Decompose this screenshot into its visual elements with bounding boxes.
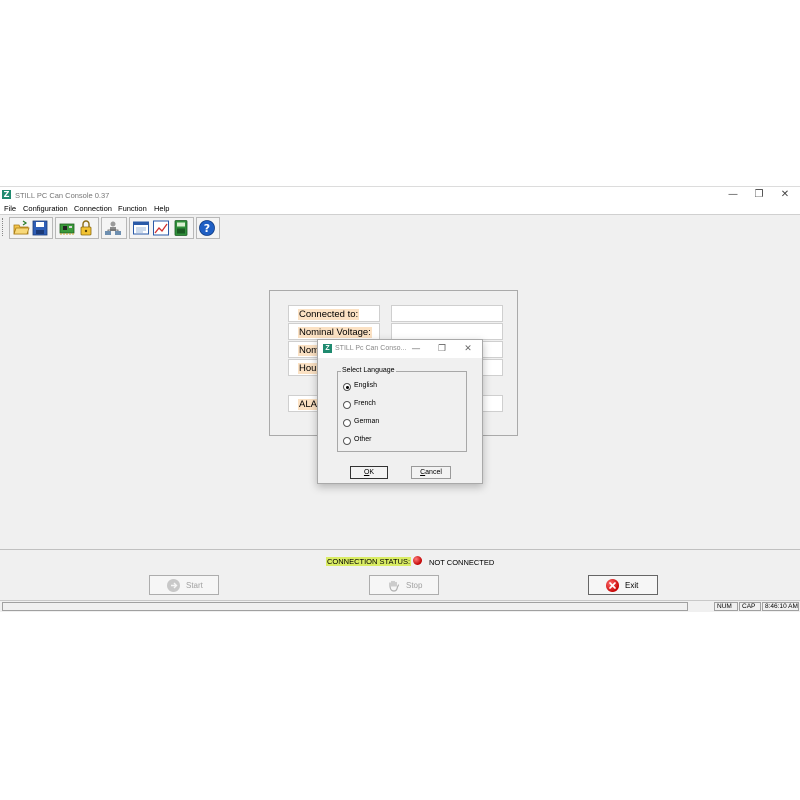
- circuit-board-icon[interactable]: [58, 219, 76, 237]
- svg-text:?: ?: [204, 222, 210, 235]
- radio-button-english[interactable]: [343, 383, 351, 391]
- dialog-title-bar: Z STILL Pc Can Conso... — ❐ ✕: [318, 340, 482, 358]
- dialog-maximize-button[interactable]: ❐: [430, 341, 454, 357]
- radio-button-french[interactable]: [343, 401, 351, 409]
- toolbar-group-tools: [129, 217, 194, 239]
- status-bar: NUM CAP 8:46:10 AM: [0, 600, 800, 612]
- toolbar-group-device: [55, 217, 99, 239]
- open-folder-icon[interactable]: [12, 219, 30, 237]
- toolbar-group-network: [101, 217, 127, 239]
- dialog-title: STILL Pc Can Conso...: [335, 345, 407, 352]
- maximize-button[interactable]: ❐: [746, 187, 772, 203]
- padlock-icon[interactable]: [77, 219, 95, 237]
- window-title: STILL PC Can Console 0.37: [15, 191, 110, 200]
- cancel-button[interactable]: Cancel: [411, 466, 451, 479]
- title-bar: Z STILL PC Can Console 0.37 — ❐ ✕: [0, 187, 800, 203]
- info-label-nominal-voltage: Nominal Voltage:: [288, 323, 380, 340]
- minimize-button[interactable]: —: [720, 187, 746, 203]
- info-value-connected: [391, 305, 503, 322]
- connection-status-bar: CONNECTION STATUS: NOT CONNECTED: [0, 549, 800, 575]
- toolbar-grip[interactable]: [2, 218, 5, 236]
- status-led-icon: [413, 556, 422, 565]
- info-label-connected: Connected to:: [288, 305, 380, 322]
- chart-icon[interactable]: [152, 219, 170, 237]
- menu-configuration[interactable]: Configuration: [23, 204, 68, 213]
- app-logo-icon: Z: [2, 190, 11, 199]
- select-language-dialog: Z STILL Pc Can Conso... — ❐ ✕ Select Lan…: [317, 339, 483, 484]
- language-groupbox: Select Language English French German Ot…: [337, 367, 467, 452]
- dialog-close-button[interactable]: ✕: [456, 341, 480, 357]
- exit-button[interactable]: Exit: [588, 575, 658, 595]
- connection-status-value: NOT CONNECTED: [429, 558, 495, 567]
- radio-button-other[interactable]: [343, 437, 351, 445]
- network-users-icon[interactable]: [104, 219, 122, 237]
- toolbar-group-help: ?: [196, 217, 220, 239]
- status-message-panel: [2, 602, 688, 611]
- calculator-icon[interactable]: [172, 219, 190, 237]
- stop-button[interactable]: Stop: [369, 575, 439, 595]
- radio-button-german[interactable]: [343, 419, 351, 427]
- connection-status-label: CONNECTION STATUS:: [326, 557, 412, 566]
- start-button[interactable]: Start: [149, 575, 219, 595]
- caps-lock-indicator: CAP: [739, 602, 761, 611]
- start-arrow-icon: [167, 579, 180, 592]
- action-button-row: Start Stop Exit: [0, 574, 800, 600]
- toolbar-group-file: [9, 217, 53, 239]
- menu-connection[interactable]: Connection: [74, 204, 112, 213]
- stop-hand-icon: [387, 579, 400, 592]
- exit-x-icon: [606, 579, 619, 592]
- ok-button[interactable]: OK: [350, 466, 388, 479]
- terminal-window-icon[interactable]: [132, 219, 150, 237]
- menu-function[interactable]: Function: [118, 204, 147, 213]
- dialog-minimize-button[interactable]: —: [404, 341, 428, 357]
- clock: 8:46:10 AM: [762, 602, 799, 611]
- menu-file[interactable]: File: [4, 204, 16, 213]
- dialog-app-icon: Z: [323, 344, 332, 353]
- help-icon[interactable]: ?: [198, 219, 216, 237]
- save-disk-icon[interactable]: [31, 219, 49, 237]
- info-value-nominal-voltage: [391, 323, 503, 340]
- language-group-label: Select Language: [341, 367, 396, 374]
- toolbar: ?: [0, 214, 800, 240]
- menu-bar: File Configuration Connection Function H…: [0, 203, 800, 214]
- menu-help[interactable]: Help: [154, 204, 169, 213]
- num-lock-indicator: NUM: [714, 602, 738, 611]
- close-button[interactable]: ✕: [772, 187, 798, 203]
